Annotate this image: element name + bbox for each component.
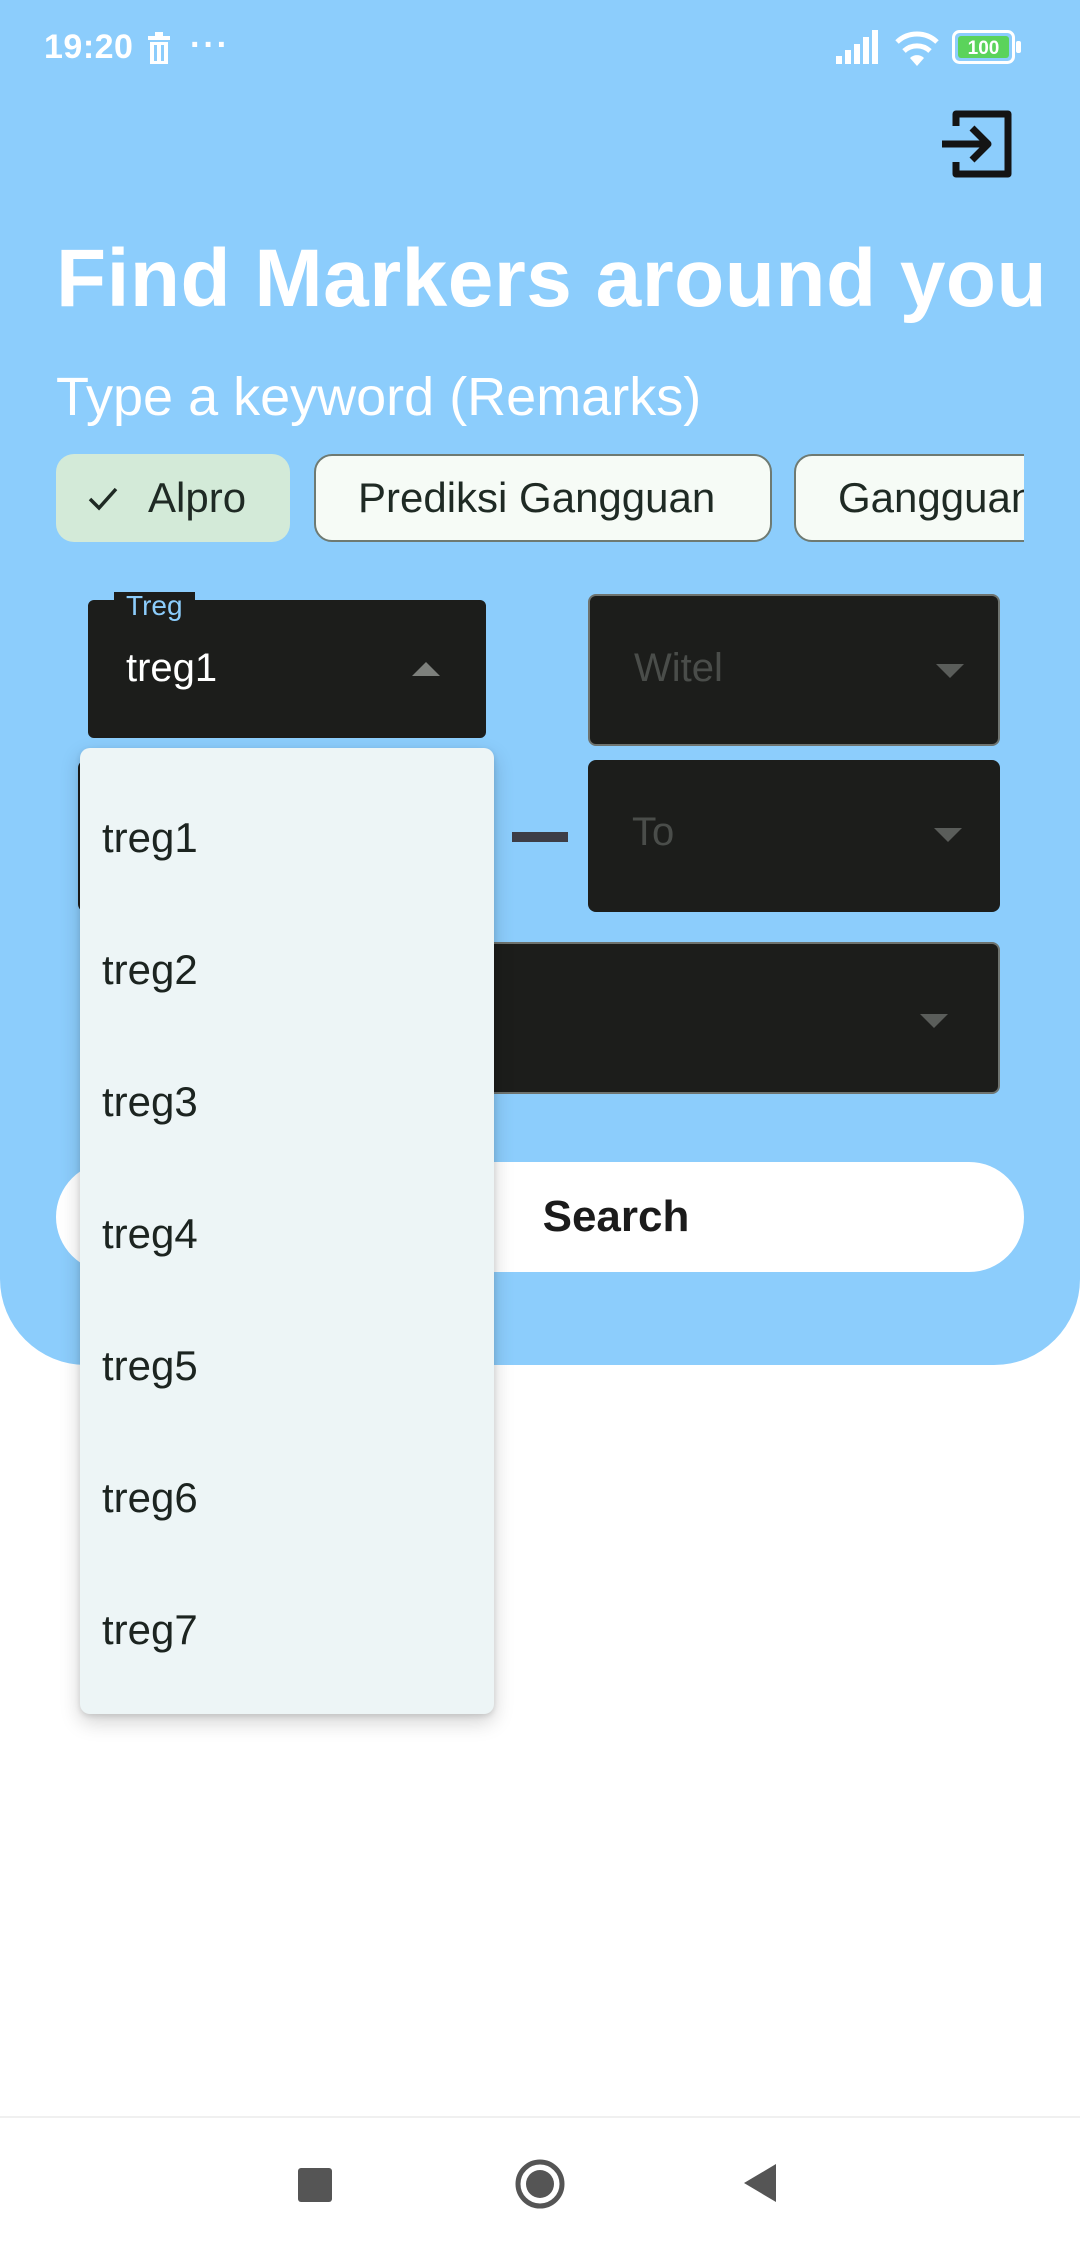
treg-selected-value: treg1: [126, 646, 218, 690]
chevron-up-icon: [412, 662, 440, 676]
battery-level: 100: [968, 38, 1000, 59]
filter-chip-row: Alpro Prediksi Gangguan Gangguan: [56, 454, 1024, 544]
menu-item-treg7[interactable]: treg7: [80, 1564, 494, 1696]
range-separator: [512, 832, 568, 842]
chevron-down-icon: [920, 1014, 948, 1028]
menu-item-treg6[interactable]: treg6: [80, 1432, 494, 1564]
treg-field-label: Treg: [114, 592, 195, 620]
status-time: 19:20: [44, 28, 134, 66]
chip-prediksi-gangguan[interactable]: Prediksi Gangguan: [314, 454, 772, 542]
treg-dropdown-menu: treg1 treg2 treg3 treg4 treg5 treg6 treg…: [80, 748, 494, 1714]
trash-icon: [148, 32, 170, 64]
chip-label: Gangguan: [838, 474, 1024, 521]
to-placeholder: To: [632, 810, 675, 854]
chip-gangguan[interactable]: Gangguan: [794, 454, 1024, 542]
menu-item-treg2[interactable]: treg2: [80, 904, 494, 1036]
witel-dropdown[interactable]: Witel: [588, 594, 1000, 746]
battery-icon: 100: [952, 30, 1021, 64]
status-bar: 19:20 ··· 100: [0, 0, 1080, 92]
check-icon: [88, 487, 118, 511]
system-nav-bar: [0, 2116, 1080, 2246]
chevron-down-icon: [936, 664, 964, 678]
witel-placeholder: Witel: [634, 646, 723, 690]
menu-item-treg3[interactable]: treg3: [80, 1036, 494, 1168]
square-icon[interactable]: [298, 2168, 332, 2202]
menu-item-treg1[interactable]: treg1: [80, 772, 494, 904]
chip-label: Prediksi Gangguan: [358, 474, 716, 521]
search-button-label: Search: [542, 1192, 690, 1241]
to-dropdown[interactable]: To: [588, 760, 1000, 912]
treg-dropdown[interactable]: Treg treg1: [86, 592, 488, 740]
chip-alpro[interactable]: Alpro: [56, 454, 290, 542]
menu-item-treg5[interactable]: treg5: [80, 1300, 494, 1432]
chevron-down-icon: [934, 828, 962, 842]
page-title: Find Markers around you: [56, 233, 1048, 324]
wifi-icon: [895, 31, 939, 66]
signal-icon: [836, 30, 878, 64]
keyword-label: Type a keyword (Remarks): [56, 367, 702, 427]
menu-item-treg4[interactable]: treg4: [80, 1168, 494, 1300]
circle-icon[interactable]: [514, 2158, 566, 2210]
triangle-back-icon[interactable]: [742, 2162, 778, 2204]
status-more-dots: ···: [190, 26, 230, 64]
type-dropdown[interactable]: [430, 942, 1000, 1094]
chip-label: Alpro: [148, 474, 247, 521]
logout-icon[interactable]: [938, 106, 1018, 182]
